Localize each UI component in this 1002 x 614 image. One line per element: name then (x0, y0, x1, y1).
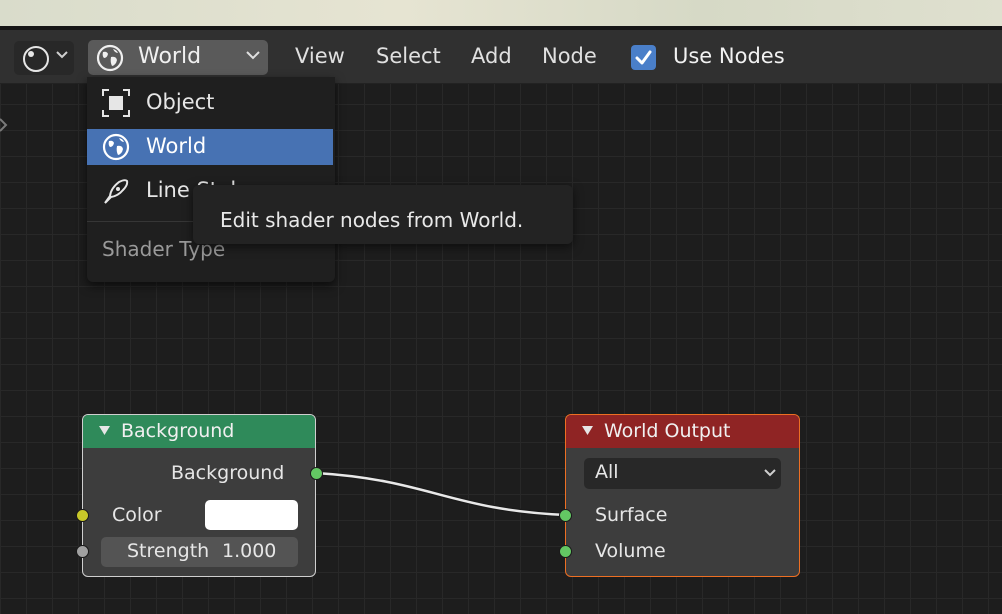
shader-type-menu: Object World Line Style Shader Type (87, 77, 335, 282)
tooltip-text: Edit shader nodes from World. (220, 208, 524, 232)
line-style-icon (104, 179, 129, 204)
node-title: Background (121, 420, 235, 442)
output-label: Background (171, 462, 285, 484)
strength-input-socket[interactable] (76, 545, 89, 558)
background-node[interactable]: Background Background Color Strength 1.0… (82, 414, 316, 577)
target-select[interactable]: All (584, 458, 781, 489)
menu-item-label: Object (146, 90, 215, 114)
collapse-icon[interactable] (582, 426, 593, 436)
target-value: All (595, 461, 619, 483)
menu-item-world[interactable]: World (87, 129, 333, 165)
background-output-socket[interactable] (310, 467, 323, 480)
world-output-node[interactable]: World Output All Surface Volume (565, 414, 800, 577)
menu-item-object[interactable]: Object (87, 85, 333, 121)
node-header[interactable]: Background (83, 415, 315, 448)
object-icon (102, 89, 130, 117)
volume-label: Volume (595, 540, 666, 562)
chevron-down-icon (764, 469, 776, 477)
collapse-icon[interactable] (99, 426, 110, 436)
node-title: World Output (604, 420, 731, 442)
strength-value: 1.000 (222, 540, 277, 562)
strength-label: Strength (127, 540, 210, 562)
strength-field[interactable]: Strength 1.000 (101, 537, 298, 567)
color-swatch[interactable] (205, 500, 298, 530)
menu-item-label: World (146, 134, 207, 158)
color-label: Color (112, 504, 162, 526)
surface-label: Surface (595, 504, 668, 526)
tooltip: Edit shader nodes from World. (193, 185, 573, 244)
volume-input-socket[interactable] (559, 545, 572, 558)
node-header[interactable]: World Output (566, 415, 799, 448)
color-input-socket[interactable] (76, 509, 89, 522)
surface-input-socket[interactable] (559, 509, 572, 522)
world-icon (102, 133, 130, 161)
